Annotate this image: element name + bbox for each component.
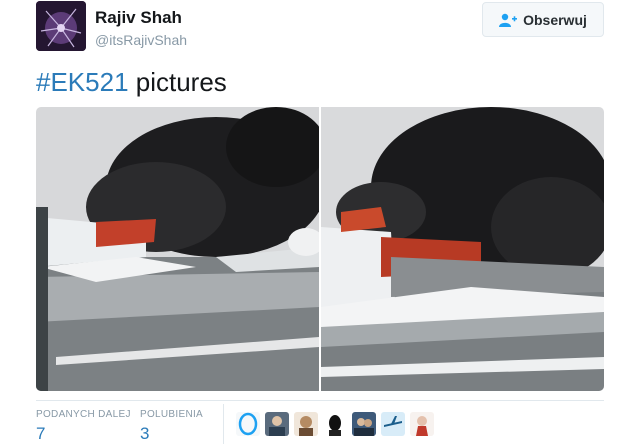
author-handle[interactable]: @itsRajivShah	[95, 32, 187, 48]
retweets-count: 7	[36, 424, 46, 443]
retweets-stat[interactable]: PODANYCH DALEJ 7	[36, 409, 131, 444]
author-name[interactable]: Rajiv Shah	[95, 8, 182, 28]
liker-avatar-4[interactable]	[323, 412, 347, 436]
retweets-label: PODANYCH DALEJ	[36, 409, 131, 420]
liker-avatar-3[interactable]	[294, 412, 318, 436]
likes-count: 3	[140, 424, 150, 443]
liker-avatar-2[interactable]	[265, 412, 289, 436]
follow-button[interactable]: Obserwuj	[482, 2, 604, 37]
hashtag-link[interactable]: #EK521	[36, 67, 129, 97]
burning-aircraft-photo-left[interactable]	[36, 107, 319, 391]
follow-button-label: Obserwuj	[523, 11, 587, 28]
burning-aircraft-photo-right[interactable]	[321, 107, 604, 391]
tweet-text: #EK521 pictures	[36, 67, 227, 98]
tweet-body: pictures	[128, 67, 227, 97]
likes-label: POLUBIENIA	[140, 409, 204, 420]
liker-avatar-7[interactable]	[410, 412, 434, 436]
author-avatar[interactable]	[36, 1, 86, 51]
liker-avatar-6[interactable]	[381, 412, 405, 436]
liker-avatar-1[interactable]	[236, 412, 260, 436]
likers-row	[236, 412, 434, 436]
media-grid	[36, 107, 604, 391]
stats-divider-line	[36, 400, 604, 401]
follow-person-plus-icon	[499, 13, 518, 27]
stats-vertical-divider	[223, 404, 224, 444]
liker-avatar-5[interactable]	[352, 412, 376, 436]
likes-stat[interactable]: POLUBIENIA 3	[140, 409, 203, 444]
